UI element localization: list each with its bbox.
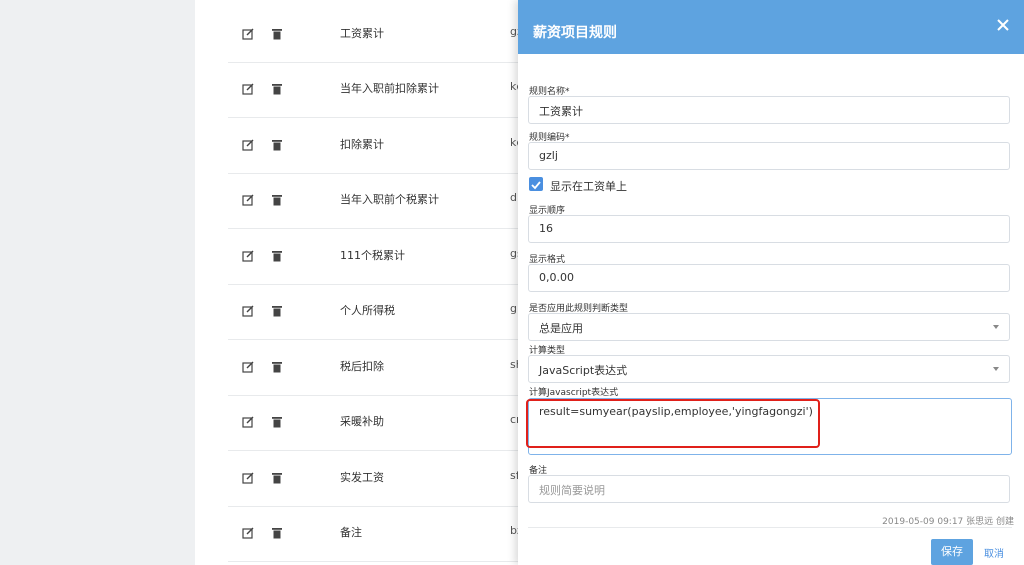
display-order-field[interactable]: 16 bbox=[528, 215, 1010, 243]
edit-icon[interactable] bbox=[242, 250, 254, 262]
edit-icon[interactable] bbox=[242, 527, 254, 539]
background-strip bbox=[0, 0, 195, 565]
calc-type-select[interactable]: JavaScript表达式 bbox=[528, 355, 1010, 383]
list-row: 扣除累计 kc bbox=[228, 118, 528, 174]
rule-name-value: 工资累计 bbox=[539, 105, 583, 118]
display-format-value: 0,0.00 bbox=[539, 271, 574, 284]
trash-icon[interactable] bbox=[271, 83, 283, 95]
row-name: 实发工资 bbox=[340, 471, 384, 484]
remark-placeholder: 规则简要说明 bbox=[539, 484, 605, 497]
list-row: 实发工资 sf bbox=[228, 451, 528, 507]
show-on-payslip-checkbox[interactable] bbox=[529, 177, 543, 191]
row-name: 111个税累计 bbox=[340, 249, 405, 262]
edit-icon[interactable] bbox=[242, 194, 254, 206]
edit-icon[interactable] bbox=[242, 361, 254, 373]
rule-code-value: gzlj bbox=[539, 149, 558, 162]
list-row: 当年入职前扣除累计 kc bbox=[228, 62, 528, 118]
created-meta: 2019-05-09 09:17 张思远 创建 bbox=[882, 517, 1014, 527]
close-icon[interactable] bbox=[996, 18, 1010, 32]
remark-field[interactable]: 规则简要说明 bbox=[528, 475, 1010, 503]
panel-title: 薪资项目规则 bbox=[533, 25, 617, 41]
chevron-down-icon bbox=[993, 325, 999, 329]
list-row: 税后扣除 sh bbox=[228, 340, 528, 396]
rule-editor-panel: 薪资项目规则 规则名称* 工资累计 规则编码* gzlj 显示在工资单上 显示顺… bbox=[518, 0, 1024, 565]
trash-icon[interactable] bbox=[271, 28, 283, 40]
divider bbox=[528, 527, 1012, 528]
trash-icon[interactable] bbox=[271, 416, 283, 428]
rule-name-field[interactable]: 工资累计 bbox=[528, 96, 1010, 124]
row-name: 个人所得税 bbox=[340, 304, 395, 317]
display-format-field[interactable]: 0,0.00 bbox=[528, 264, 1010, 292]
edit-icon[interactable] bbox=[242, 472, 254, 484]
rule-code-field[interactable]: gzlj bbox=[528, 142, 1010, 170]
row-name: 备注 bbox=[340, 526, 362, 539]
salary-item-list: 工资累计 gz 当年入职前扣除累计 kc 扣除累计 kc 当年入职前个税累计 d… bbox=[195, 0, 528, 565]
trash-icon[interactable] bbox=[271, 194, 283, 206]
highlight-annotation bbox=[526, 399, 820, 448]
row-name: 当年入职前扣除累计 bbox=[340, 82, 439, 95]
edit-icon[interactable] bbox=[242, 416, 254, 428]
row-name: 工资累计 bbox=[340, 27, 384, 40]
row-name: 采暖补助 bbox=[340, 415, 384, 428]
apply-rule-select[interactable]: 总是应用 bbox=[528, 313, 1010, 341]
list-row: 个人所得税 gr bbox=[228, 284, 528, 340]
apply-rule-value: 总是应用 bbox=[539, 322, 583, 335]
edit-icon[interactable] bbox=[242, 83, 254, 95]
row-name: 当年入职前个税累计 bbox=[340, 193, 439, 206]
edit-icon[interactable] bbox=[242, 305, 254, 317]
calc-type-value: JavaScript表达式 bbox=[539, 364, 628, 377]
list-row: 备注 bz bbox=[228, 506, 528, 562]
chevron-down-icon bbox=[993, 367, 999, 371]
row-name: 扣除累计 bbox=[340, 138, 384, 151]
js-expr-label: 计算Javascript表达式 bbox=[529, 388, 619, 398]
list-row: 采暖补助 cn bbox=[228, 395, 528, 451]
checkmark-icon bbox=[531, 181, 541, 190]
cancel-button[interactable]: 取消 bbox=[984, 545, 1004, 560]
trash-icon[interactable] bbox=[271, 361, 283, 373]
display-order-value: 16 bbox=[539, 222, 553, 235]
save-button[interactable]: 保存 bbox=[931, 539, 973, 565]
panel-header: 薪资项目规则 bbox=[518, 0, 1024, 54]
list-row: 当年入职前个税累计 dn bbox=[228, 173, 528, 229]
trash-icon[interactable] bbox=[271, 139, 283, 151]
show-on-payslip-label: 显示在工资单上 bbox=[550, 180, 627, 193]
trash-icon[interactable] bbox=[271, 250, 283, 262]
list-row: 工资累计 gz bbox=[228, 7, 528, 63]
edit-icon[interactable] bbox=[242, 139, 254, 151]
trash-icon[interactable] bbox=[271, 305, 283, 317]
trash-icon[interactable] bbox=[271, 527, 283, 539]
trash-icon[interactable] bbox=[271, 472, 283, 484]
list-row: 111个税累计 gs bbox=[228, 229, 528, 285]
row-name: 税后扣除 bbox=[340, 360, 384, 373]
edit-icon[interactable] bbox=[242, 28, 254, 40]
